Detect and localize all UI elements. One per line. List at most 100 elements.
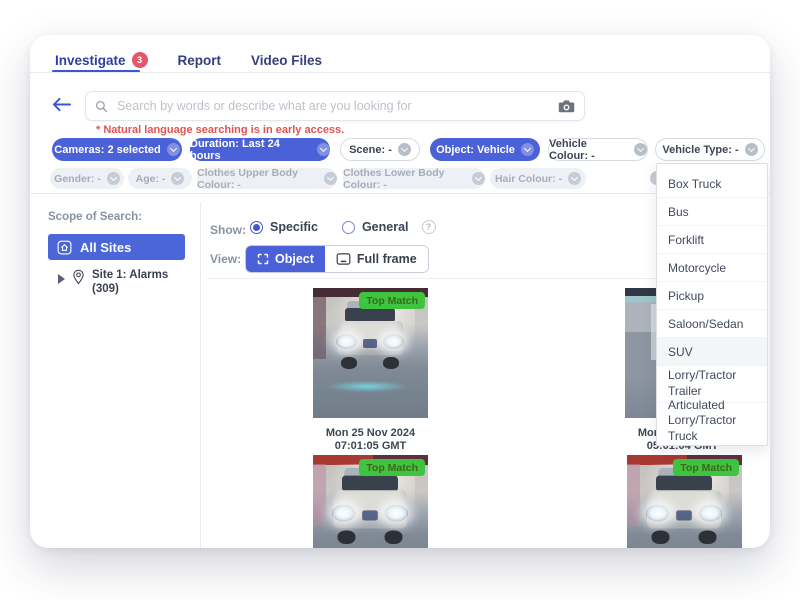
filter-chip-gender-label: Gender: -: [54, 173, 101, 185]
dropdown-item-lorry-tractor-trailer[interactable]: Lorry/Tractor Trailer: [657, 365, 767, 402]
investigate-count-badge: 3: [132, 52, 148, 68]
chevron-down-icon: [317, 143, 330, 156]
dropdown-item-pickup[interactable]: Pickup: [657, 281, 767, 309]
filter-chip-clothes-lower[interactable]: Clothes Lower Body Colour: -: [343, 168, 485, 189]
filter-chip-gender[interactable]: Gender: -: [50, 168, 124, 189]
result-caption-1: Mon 25 Nov 2024 07:01:05 GMT: [293, 427, 448, 454]
thumb-scene-wall: [313, 297, 326, 359]
show-label: Show:: [210, 223, 246, 237]
filter-chip-vehicle-colour-label: Vehicle Colour: -: [549, 138, 628, 162]
site1-label: Site 1: Alarms (309): [92, 268, 168, 297]
expand-triangle-icon[interactable]: [58, 274, 65, 284]
home-icon: [57, 240, 72, 255]
view-object-button[interactable]: Object: [246, 246, 325, 272]
filter-chip-duration-label: Duration: Last 24 hours: [190, 138, 311, 162]
result-1-date: Mon 25 Nov 2024: [326, 427, 415, 439]
dropdown-item-suv[interactable]: SUV: [657, 337, 767, 365]
filter-chip-vehicle-type-label: Vehicle Type: -: [662, 144, 738, 156]
app-window: Investigate 3 Report Video Files * N: [0, 0, 800, 600]
main-card: Investigate 3 Report Video Files * N: [30, 35, 770, 548]
view-toggle: Object Full frame: [245, 245, 429, 273]
nl-search-notice: * Natural language searching is in early…: [96, 124, 344, 136]
tab-video-files-label: Video Files: [251, 53, 322, 68]
filter-chip-cameras-label: Cameras: 2 selected: [54, 144, 160, 156]
tab-report[interactable]: Report: [178, 53, 222, 68]
camera-search-icon[interactable]: [558, 99, 575, 113]
chevron-down-icon: [472, 172, 485, 185]
chevron-down-icon: [634, 143, 647, 156]
filter-chip-duration[interactable]: Duration: Last 24 hours: [190, 138, 330, 161]
view-full-frame-label: Full frame: [357, 252, 417, 266]
radio-specific[interactable]: [250, 221, 263, 234]
view-object-label: Object: [275, 252, 314, 266]
scope-of-search-title: Scope of Search:: [48, 211, 142, 223]
filter-chip-object[interactable]: Object: Vehicle: [430, 138, 540, 161]
result-thumbnail-3[interactable]: Top Match: [313, 455, 428, 548]
dropdown-item-saloon-sedan[interactable]: Saloon/Sedan: [657, 309, 767, 337]
site1-name: Site 1: Alarms: [92, 269, 168, 281]
filter-chip-hair-colour-label: Hair Colour: -: [495, 173, 562, 185]
tab-investigate-label: Investigate: [55, 53, 126, 68]
vehicle-type-dropdown: Box Truck Bus Forklift Motorcycle Pickup…: [656, 163, 768, 446]
sidebar-divider: [200, 202, 201, 548]
help-icon[interactable]: ?: [422, 220, 436, 234]
dropdown-item-bus[interactable]: Bus: [657, 197, 767, 225]
chevron-down-icon: [107, 172, 120, 185]
radio-general-label: General: [362, 220, 409, 234]
tab-video-files[interactable]: Video Files: [251, 53, 322, 68]
chevron-down-icon: [568, 172, 581, 185]
chevron-down-icon: [398, 143, 411, 156]
vehicle-graphic: [645, 468, 723, 546]
sidebar-item-all-sites[interactable]: All Sites: [48, 234, 185, 260]
filter-chip-vehicle-colour[interactable]: Vehicle Colour: -: [548, 138, 648, 161]
filter-chip-object-label: Object: Vehicle: [436, 144, 515, 156]
chevron-down-icon: [521, 143, 534, 156]
filter-chip-age[interactable]: Age: -: [128, 168, 192, 189]
chevron-down-icon: [167, 143, 180, 156]
sidebar-item-site1[interactable]: Site 1: Alarms (309): [58, 268, 168, 297]
dropdown-item-motorcycle[interactable]: Motorcycle: [657, 253, 767, 281]
top-match-badge: Top Match: [359, 292, 425, 309]
filter-chip-hair-colour[interactable]: Hair Colour: -: [490, 168, 586, 189]
all-sites-label: All Sites: [80, 240, 131, 255]
result-1-time: 07:01:05 GMT: [335, 440, 407, 452]
result-thumbnail-1[interactable]: Top Match: [313, 288, 428, 418]
tab-investigate[interactable]: Investigate 3: [55, 52, 148, 68]
site1-count: (309): [92, 283, 119, 295]
thumb-scene-wall: [627, 464, 640, 526]
search-icon: [95, 100, 108, 113]
filter-chip-scene[interactable]: Scene: -: [340, 138, 420, 161]
filter-chip-clothes-lower-label: Clothes Lower Body Colour: -: [343, 167, 466, 191]
radio-specific-label: Specific: [270, 220, 318, 234]
dropdown-item-box-truck[interactable]: Box Truck: [657, 170, 767, 197]
chevron-down-icon: [324, 172, 337, 185]
tab-report-label: Report: [178, 53, 222, 68]
search-input[interactable]: [115, 98, 551, 114]
thumb-scene-wall: [313, 464, 326, 526]
tabs-divider: [30, 72, 770, 73]
search-bar[interactable]: [85, 91, 585, 121]
chevron-down-icon: [171, 172, 184, 185]
dropdown-item-articulated-lorry[interactable]: Articulated Lorry/Tractor Truck: [657, 402, 767, 439]
view-full-frame-button[interactable]: Full frame: [325, 246, 428, 272]
filter-chip-scene-label: Scene: -: [349, 144, 392, 156]
top-match-badge: Top Match: [673, 459, 739, 476]
back-arrow-icon[interactable]: [52, 97, 71, 112]
filter-chip-cameras[interactable]: Cameras: 2 selected: [52, 138, 182, 161]
filter-chip-vehicle-type[interactable]: Vehicle Type: -: [655, 138, 765, 161]
location-pin-icon: [72, 269, 85, 285]
dropdown-item-forklift[interactable]: Forklift: [657, 225, 767, 253]
radio-general[interactable]: [342, 221, 355, 234]
filter-chip-clothes-upper-label: Clothes Upper Body Colour: -: [197, 167, 318, 191]
chevron-down-icon: [745, 143, 758, 156]
filter-chip-age-label: Age: -: [136, 173, 166, 185]
full-frame-icon: [336, 253, 351, 265]
object-brackets-icon: [257, 253, 269, 265]
filter-chip-clothes-upper[interactable]: Clothes Upper Body Colour: -: [197, 168, 337, 189]
vehicle-graphic: [335, 301, 405, 371]
view-label: View:: [210, 252, 241, 266]
result-thumbnail-4[interactable]: Top Match: [627, 455, 742, 548]
top-match-badge: Top Match: [359, 459, 425, 476]
thumb-floor-glow: [325, 381, 409, 392]
vehicle-graphic: [331, 468, 409, 546]
